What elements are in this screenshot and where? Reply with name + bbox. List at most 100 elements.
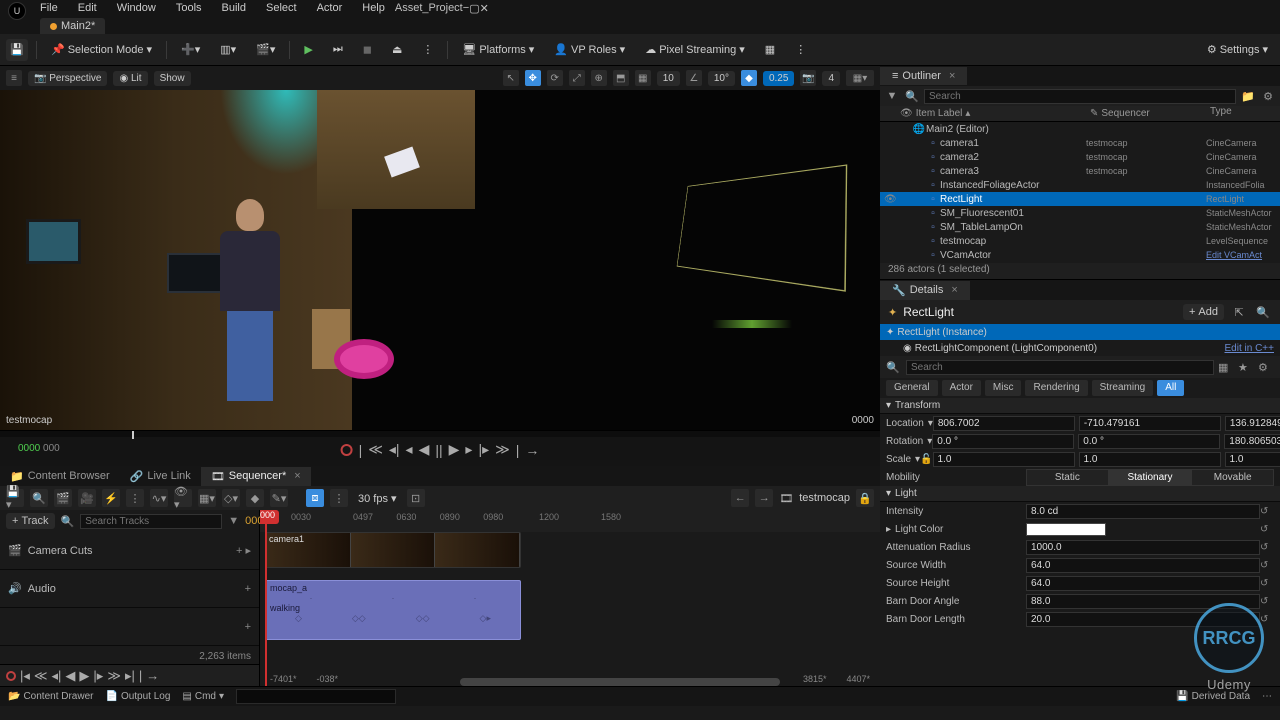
location-x-input[interactable] <box>933 416 1075 431</box>
rotation-y-input[interactable] <box>1078 434 1220 449</box>
record-button[interactable] <box>341 444 353 456</box>
next-frame-button[interactable]: |▸ <box>478 441 489 458</box>
viewport[interactable]: testmocap 0000 <box>0 90 880 430</box>
section-transform[interactable]: ▾ Transform <box>880 398 1280 414</box>
play-button[interactable]: ▶ <box>298 40 318 59</box>
menu-help[interactable]: Help <box>352 2 395 14</box>
outliner-newfolder-icon[interactable]: 📁 <box>1240 88 1256 104</box>
grid-snap-icon[interactable]: ▦ <box>635 70 651 86</box>
source-height-input[interactable] <box>1026 576 1260 591</box>
seq-view-button[interactable]: 👁▾ <box>174 489 192 507</box>
add-section-button[interactable]: + ▸ <box>236 544 251 557</box>
outliner-row[interactable]: ▫SM_TableLampOnStaticMeshActor <box>880 220 1280 234</box>
show-dropdown[interactable]: Show <box>154 71 191 86</box>
mobility-movable[interactable]: Movable <box>1191 469 1274 486</box>
details-search-input[interactable] <box>906 360 1214 375</box>
location-z-input[interactable] <box>1225 416 1280 431</box>
perspective-dropdown[interactable]: 📷 Perspective <box>28 71 107 86</box>
add-track-button[interactable]: + Track <box>6 513 55 529</box>
barndoor-angle-input[interactable] <box>1026 594 1260 609</box>
viewport-menu-icon[interactable]: ≡ <box>6 70 22 86</box>
rotation-z-input[interactable] <box>1224 434 1280 449</box>
rot-snap-value[interactable]: 10° <box>708 71 735 86</box>
visibility-icon[interactable]: 👁 <box>884 194 898 205</box>
tab-close-icon[interactable]: × <box>294 470 300 482</box>
statusbar-more[interactable]: ⋯ <box>1262 691 1272 702</box>
light-color-swatch[interactable] <box>1026 523 1106 536</box>
rot-snap-icon[interactable]: ∠ <box>686 70 702 86</box>
seq-to-end[interactable]: ▸| <box>125 668 135 684</box>
tab-content-browser[interactable]: 📁 Content Browser <box>0 467 120 486</box>
col-item-label[interactable]: 👁 Item Label ▴ <box>880 106 1090 121</box>
scrub-head[interactable] <box>132 431 134 439</box>
clip-camera[interactable]: camera1 <box>265 532 521 568</box>
filter-rendering[interactable]: Rendering <box>1025 380 1087 396</box>
seq-render-button[interactable]: 🎬 <box>54 489 72 507</box>
console-input[interactable] <box>236 689 396 704</box>
seq-loop[interactable]: | <box>139 668 142 683</box>
col-sequencer[interactable]: ✎ Sequencer <box>1090 106 1210 121</box>
stop-button[interactable]: ◼ <box>357 40 378 59</box>
mobility-stationary[interactable]: Stationary <box>1109 469 1192 486</box>
cmd-button[interactable]: ▤ Cmd ▾ <box>182 691 224 702</box>
derived-data-button[interactable]: 💾 Derived Data <box>1176 691 1250 702</box>
seq-autokey-button[interactable]: ◆ <box>246 489 264 507</box>
close-icon[interactable]: × <box>951 284 957 296</box>
quick-add-button[interactable]: ➕▾ <box>175 40 206 59</box>
mobility-static[interactable]: Static <box>1026 469 1109 486</box>
output-log-button[interactable]: 📄 Output Log <box>105 691 170 702</box>
outliner-row[interactable]: ▫testmocapLevelSequence <box>880 234 1280 248</box>
reset-icon[interactable]: ↺ <box>1260 578 1274 589</box>
scrub-bar[interactable] <box>0 431 880 437</box>
seq-range-arrow[interactable]: → <box>146 668 159 683</box>
window-max-button[interactable]: ▢ <box>469 2 479 15</box>
seq-nav-back[interactable]: ← <box>731 489 749 507</box>
seq-lock-button[interactable]: 🔒 <box>856 489 874 507</box>
outliner-row[interactable]: ▫SM_Fluorescent01StaticMeshActor <box>880 206 1280 220</box>
settings-dropdown[interactable]: ⚙ Settings ▾ <box>1201 40 1274 59</box>
seq-find-button[interactable]: 🔍 <box>30 489 48 507</box>
filter-actor[interactable]: Actor <box>942 380 981 396</box>
pixelstreaming-dropdown[interactable]: ☁ Pixel Streaming ▾ <box>639 40 751 59</box>
seq-snap-button[interactable]: ▦▾ <box>198 489 216 507</box>
toolbar-extra-1[interactable]: ▦ <box>759 40 781 59</box>
world-local-icon[interactable]: ⊕ <box>591 70 607 86</box>
seq-key-button[interactable]: ◇▾ <box>222 489 240 507</box>
edit-cpp-link[interactable]: Edit in C++ <box>1225 343 1274 354</box>
pause-button[interactable]: || <box>435 442 442 458</box>
viewport-layout-icon[interactable]: ▦▾ <box>846 70 874 86</box>
reset-icon[interactable]: ↺ <box>1260 506 1274 517</box>
component-child[interactable]: ◉ RectLightComponent (LightComponent0)Ed… <box>880 340 1280 356</box>
outliner-row[interactable]: ▫camera3testmocapCineCamera <box>880 164 1280 178</box>
seq-record-button[interactable] <box>6 671 16 681</box>
vproles-dropdown[interactable]: 👤 VP Roles ▾ <box>548 40 631 59</box>
seq-rewind[interactable]: ≪ <box>34 668 48 684</box>
location-y-input[interactable] <box>1079 416 1221 431</box>
seq-filter-icon[interactable]: 🔍 <box>61 515 75 528</box>
tab-sequencer[interactable]: 🎞 Sequencer*× <box>201 467 311 486</box>
seq-filter-button[interactable]: ▼ <box>228 515 239 527</box>
seq-save-button[interactable]: 💾▾ <box>6 489 24 507</box>
details-settings-icon[interactable]: ⚙ <box>1258 361 1274 374</box>
close-icon[interactable]: × <box>949 70 955 82</box>
menu-tools[interactable]: Tools <box>166 2 212 14</box>
seq-name[interactable]: testmocap <box>799 492 850 504</box>
menu-build[interactable]: Build <box>212 2 256 14</box>
lock-icon[interactable]: 🔓 <box>920 454 932 465</box>
seq-playhead[interactable]: 0000 <box>265 510 267 686</box>
seq-prev[interactable]: ◂| <box>52 668 62 684</box>
seq-next[interactable]: |▸ <box>93 668 103 684</box>
cinematics-button[interactable]: 🎬▾ <box>250 40 281 59</box>
step-button[interactable]: ⏭ <box>327 40 349 59</box>
outliner-row[interactable]: ▫camera2testmocapCineCamera <box>880 150 1280 164</box>
play-rev-button[interactable]: ◀ <box>419 441 430 458</box>
details-locate-icon[interactable]: 🔍 <box>1254 303 1272 321</box>
marketplace-button[interactable]: ▥▾ <box>214 40 242 59</box>
section-light[interactable]: ▾ Light <box>880 486 1280 502</box>
barndoor-length-input[interactable] <box>1026 612 1260 627</box>
type-link[interactable]: Edit VCamAct <box>1206 250 1262 260</box>
seq-hscroll[interactable] <box>460 678 780 686</box>
attenuation-input[interactable] <box>1026 540 1260 555</box>
col-type[interactable]: Type <box>1210 106 1280 121</box>
step-back-button[interactable]: ◂ <box>406 441 413 458</box>
